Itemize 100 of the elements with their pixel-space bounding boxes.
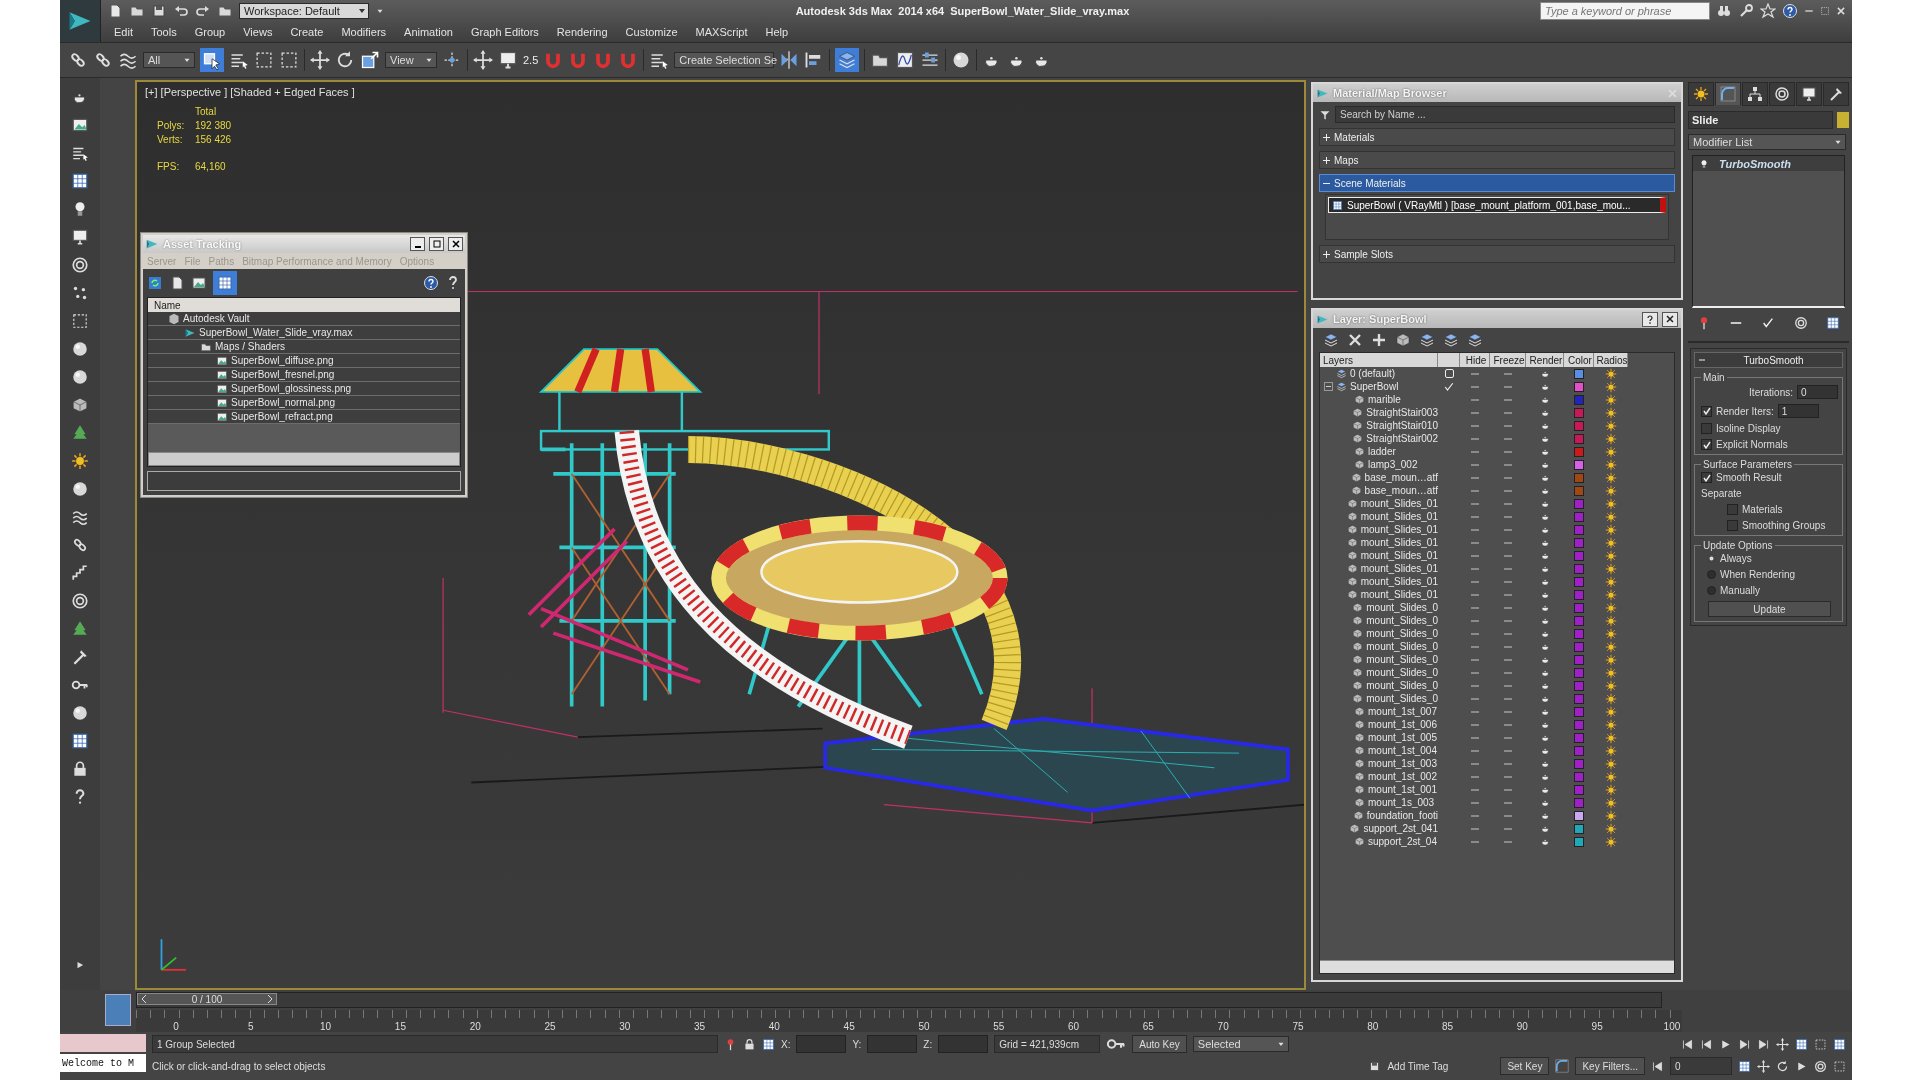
layer-name[interactable]: StraightStair003 — [1366, 407, 1438, 418]
snap-toggle[interactable]: 2.5 — [523, 54, 539, 66]
layer-name[interactable]: marible — [1368, 394, 1401, 405]
menu-item[interactable]: Graph Editors — [461, 26, 548, 38]
frame-number: 40 — [767, 1021, 781, 1032]
layer-name[interactable]: SuperBowl — [1350, 381, 1399, 392]
checkbox-label: Smooth Result — [1716, 472, 1782, 483]
group-header[interactable]: Materials — [1319, 128, 1675, 146]
layer-name[interactable]: mount_1st_002 — [1368, 771, 1437, 782]
layer-name[interactable]: mount_Slides_0 — [1366, 602, 1438, 613]
layer-name[interactable]: mount_Slides_01 — [1360, 498, 1438, 509]
modifier-stack-item[interactable]: TurboSmooth — [1693, 156, 1844, 171]
viewport-label[interactable]: [+] [Perspective ] [Shaded + Edged Faces ] — [145, 86, 355, 98]
add-time-tag-button[interactable]: Add Time Tag — [1387, 1060, 1449, 1072]
key-mode-dropdown[interactable]: Selected — [1192, 1036, 1289, 1052]
checkbox-label: Isoline Display — [1716, 423, 1781, 434]
column-header[interactable]: Color — [1564, 353, 1594, 367]
layer-name[interactable]: ladder — [1368, 446, 1396, 457]
layer-name[interactable]: base_moun…atf — [1364, 472, 1438, 483]
key-filters-button[interactable]: Key Filters... — [1575, 1057, 1645, 1075]
layer-name[interactable]: mount_1st_006 — [1368, 719, 1437, 730]
maxscript-output-field[interactable]: Welcome to M — [60, 1054, 146, 1072]
auto-key-button[interactable]: Auto Key — [1132, 1035, 1187, 1053]
layer-name[interactable]: lamp3_002 — [1368, 459, 1418, 470]
layer-name[interactable]: mount_Slides_0 — [1366, 680, 1438, 691]
layer-name[interactable]: 0 (default) — [1350, 368, 1396, 379]
menu-item[interactable]: MAXScript — [686, 26, 757, 38]
group-header[interactable]: Maps — [1319, 151, 1675, 169]
layer-name[interactable]: mount_Slides_01 — [1360, 511, 1438, 522]
layer-name[interactable]: mount_Slides_0 — [1366, 693, 1438, 704]
group-header[interactable]: Scene Materials — [1319, 174, 1675, 192]
layer-name[interactable]: mount_1st_001 — [1368, 784, 1437, 795]
selection-filter-dropdown[interactable]: All — [143, 52, 195, 68]
coordinate-label: X: — [781, 1038, 791, 1050]
modifier-list-dropdown[interactable]: Modifier List — [1688, 134, 1846, 150]
frame-number: 25 — [543, 1021, 557, 1032]
layer-name[interactable]: mount_1st_004 — [1368, 745, 1437, 756]
column-header[interactable]: Layers — [1320, 353, 1438, 367]
menu-item[interactable]: Create — [281, 26, 333, 38]
stats-value: 192 380 — [195, 120, 232, 131]
layer-name[interactable]: StraightStair002 — [1366, 433, 1438, 444]
spinner-field[interactable]: 1 — [1777, 404, 1819, 418]
layer-name[interactable]: support_2st_041 — [1363, 823, 1438, 834]
layer-name[interactable]: mount_1st_005 — [1368, 732, 1437, 743]
column-header[interactable]: Name — [148, 298, 460, 312]
object-name-field[interactable]: Slide — [1688, 111, 1833, 129]
search-field[interactable]: Search by Name ... — [1335, 106, 1675, 123]
asset-name[interactable]: Maps / Shaders — [215, 341, 286, 352]
group-title: Surface Parameters — [1702, 459, 1793, 470]
frame-number: 75 — [1291, 1021, 1305, 1032]
spinner-field[interactable]: 0 — [1797, 385, 1838, 399]
section-label: Separate — [1701, 488, 1742, 499]
layer-name[interactable]: mount_Slides_01 — [1360, 576, 1438, 587]
frame-number: 60 — [1067, 1021, 1081, 1032]
menu-item[interactable]: Edit — [105, 26, 142, 38]
column-header[interactable]: Hide — [1460, 353, 1490, 367]
update-button[interactable]: Update — [1707, 601, 1832, 617]
param-label: Iterations: — [1749, 386, 1793, 398]
layer-name[interactable]: mount_1s_003 — [1368, 797, 1435, 808]
timeline-ruler[interactable]: 0 5 10 15 20 25 30 35 40 45 50 55 60 65 70 75 80 85 90 95 100 — [136, 1010, 1682, 1032]
column-header[interactable]: Freeze — [1490, 353, 1526, 367]
layer-name[interactable]: foundation_footi — [1366, 810, 1438, 821]
menu-item[interactable]: Customize — [616, 26, 687, 38]
layer-name[interactable]: mount_Slides_01 — [1360, 550, 1438, 561]
column-header[interactable]: Render — [1526, 353, 1564, 367]
layer-name[interactable]: mount_1st_003 — [1368, 758, 1437, 769]
menu-item[interactable]: Group — [185, 26, 235, 38]
group-title: Update Options — [1702, 540, 1774, 551]
menu-item[interactable]: Modifiers — [332, 26, 396, 38]
stats-label: Polys: — [157, 120, 186, 131]
layer-name[interactable]: mount_Slides_0 — [1366, 641, 1438, 652]
layer-name[interactable]: base_moun…atf — [1364, 485, 1438, 496]
layer-name[interactable]: mount_Slides_01 — [1360, 589, 1438, 600]
layer-name[interactable]: mount_Slides_0 — [1366, 615, 1438, 626]
search-field[interactable]: Type a keyword or phrase — [1540, 2, 1710, 20]
layer-name[interactable]: support_2st_04 — [1368, 836, 1437, 847]
group-header[interactable]: Sample Slots — [1319, 245, 1675, 263]
menu-item[interactable]: Tools — [141, 26, 186, 38]
material-item[interactable]: SuperBowl ( VRayMtl ) [base_mount_platform_001,base_mou... — [1328, 197, 1666, 213]
layer-name[interactable]: mount_1st_007 — [1368, 706, 1437, 717]
reference-coordinate-dropdown[interactable]: View — [385, 52, 437, 68]
asset-name[interactable]: Autodesk Vault — [183, 313, 250, 324]
menu-item[interactable]: Rendering — [547, 26, 617, 38]
layer-name[interactable]: mount_Slides_01 — [1360, 524, 1438, 535]
time-slider-thumb[interactable]: 0 / 100 — [137, 993, 277, 1005]
layer-name[interactable]: mount_Slides_0 — [1366, 654, 1438, 665]
fps-label: FPS: — [157, 161, 181, 172]
set-key-button[interactable]: Set Key — [1500, 1057, 1550, 1075]
workspace-dropdown[interactable]: Workspace: Default — [239, 3, 369, 19]
menu-item[interactable]: Animation — [395, 26, 462, 38]
rollout-header[interactable]: TurboSmooth — [1694, 352, 1843, 368]
layer-name[interactable]: mount_Slides_0 — [1366, 628, 1438, 639]
layer-name[interactable]: StraightStair010 — [1366, 420, 1438, 431]
current-frame-field[interactable]: 0 — [1670, 1057, 1732, 1075]
column-header[interactable]: Radios — [1594, 353, 1628, 367]
layer-name[interactable]: mount_Slides_01 — [1360, 537, 1438, 548]
menu-item[interactable]: Help — [756, 26, 798, 38]
layer-name[interactable]: mount_Slides_01 — [1360, 563, 1438, 574]
layer-name[interactable]: mount_Slides_0 — [1366, 667, 1438, 678]
menu-item[interactable]: Views — [234, 26, 282, 38]
